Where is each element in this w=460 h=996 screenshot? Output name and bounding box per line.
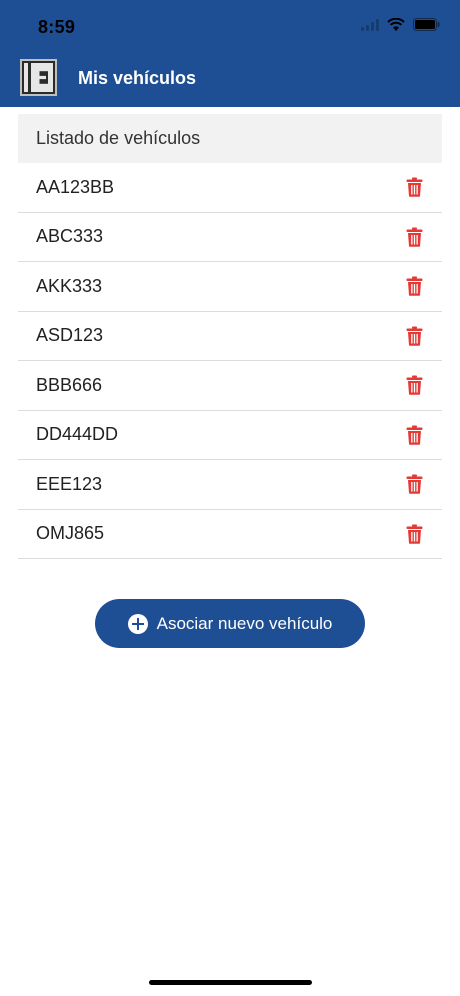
trash-icon[interactable] [404,325,424,347]
trash-icon[interactable] [404,275,424,297]
vehicle-plate: BBB666 [36,374,103,395]
trash-icon[interactable] [404,523,424,545]
status-time: 8:59 [38,17,76,37]
app-logo [20,59,57,96]
list-header: Listado de vehículos [18,114,442,163]
page-title: Mis vehículos [78,68,197,88]
vehicle-plate: DD444DD [36,424,119,445]
vehicle-list-card: Listado de vehículos AA123BB ABC333 AKK333… [18,114,442,559]
battery-icon [413,18,440,31]
vehicle-plate: AA123BB [36,176,115,197]
vehicle-row[interactable]: ASD123 [18,312,442,361]
vehicle-plate: ASD123 [36,325,104,346]
trash-icon[interactable] [404,176,424,198]
signal-icon [361,18,379,31]
trash-icon[interactable] [404,226,424,248]
status-indicators [361,18,440,31]
vehicle-plate: ABC333 [36,226,104,247]
vehicle-plate: OMJ865 [36,523,105,544]
header: 8:59 Mis vehículos [0,0,460,107]
wifi-icon [387,18,405,31]
trash-icon[interactable] [404,424,424,446]
trash-icon[interactable] [404,374,424,396]
vehicle-row[interactable]: AKK333 [18,262,442,312]
plus-circle-icon [127,613,148,634]
trash-icon[interactable] [404,473,424,495]
home-indicator [149,980,312,985]
vehicle-plate: AKK333 [36,275,103,296]
add-vehicle-button[interactable]: Asociar nuevo vehículo [95,599,365,648]
vehicle-row[interactable]: DD444DD [18,411,442,460]
vehicle-row[interactable]: BBB666 [18,361,442,411]
vehicle-row[interactable]: EEE123 [18,460,442,510]
vehicle-row[interactable]: AA123BB [18,163,442,213]
vehicle-row[interactable]: ABC333 [18,213,442,262]
vehicle-row[interactable]: OMJ865 [18,510,442,559]
add-vehicle-label: Asociar nuevo vehículo [156,613,333,633]
vehicle-plate: EEE123 [36,473,103,494]
